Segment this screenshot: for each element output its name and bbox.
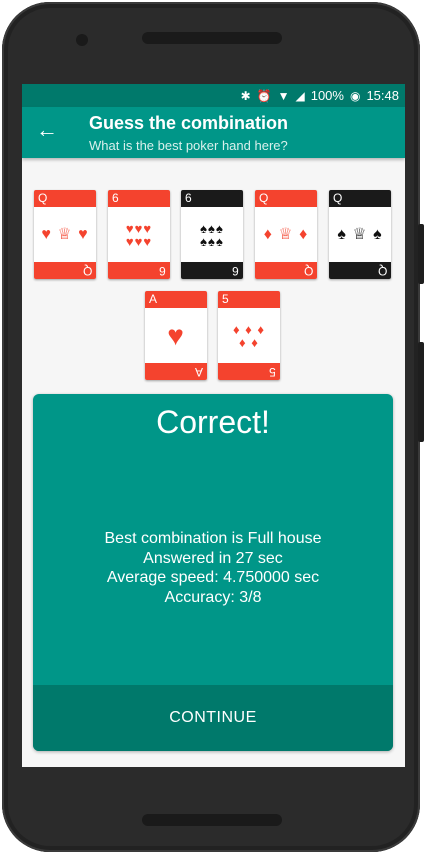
page-title: Guess the combination [89,113,289,133]
front-camera [76,34,88,46]
playing-card: Q Q ♠ ♕ ♠ [329,190,391,279]
signal-icon: ◢ [295,88,305,103]
playing-card: Q Q ♦ ♕ ♦ [255,190,317,279]
power-button [418,342,424,442]
playing-card: 6 6 ♥♥♥ ♥♥♥ [108,190,170,279]
bluetooth-icon: ✱ [240,88,251,103]
bottom-speaker [142,814,282,826]
card-rank-bottom: A [194,365,203,379]
card-rank-bottom: 5 [269,365,276,379]
average-speed-text: Average speed: 4.750000 sec [106,569,320,586]
clock: 15:48 [366,88,399,103]
card-rank-bottom: Q [303,264,313,278]
screen: ✱ ⏰ ▼ ◢ 100% ◉ 15:48 ← Guess the combina… [22,84,405,767]
card-face: ♠♠♠ ♠♠♠ [200,220,224,249]
wifi-icon: ▼ [277,88,290,103]
card-face: ♥ [167,319,185,351]
card-face: ♥ ♕ ♥ [41,225,89,243]
card-rank-bottom: Q [82,264,92,278]
result-details: Best combination is Full house Answered … [33,529,393,607]
card-rank-bottom: Q [377,264,387,278]
back-arrow-icon[interactable]: ← [34,117,60,143]
card-rank-bottom: 6 [232,264,239,278]
result-panel: Correct! Best combination is Full house … [33,394,393,751]
card-face: ♥♥♥ ♥♥♥ [125,220,153,249]
card-face: ♦ ♕ ♦ [263,225,309,243]
battery-percent: 100% [310,88,344,103]
app-bar: ← Guess the combination What is the best… [22,107,405,158]
playing-card: A A ♥ [145,291,207,380]
alarm-icon: ⏰ [256,88,272,103]
battery-icon: ◉ [349,88,361,103]
playing-card: Q Q ♥ ♕ ♥ [34,190,96,279]
card-rank: 5 [222,292,229,306]
playing-card: 6 6 ♠♠♠ ♠♠♠ [181,190,243,279]
best-combination-text: Best combination is Full house [104,530,322,547]
continue-button[interactable]: CONTINUE [33,685,393,751]
card-rank: Q [333,191,343,205]
playing-card: 5 5 ♦ ♦ ♦ ♦ ♦ [218,291,280,380]
card-rank: Q [38,191,48,205]
card-rank-bottom: 6 [159,264,166,278]
card-rank: 6 [185,191,192,205]
card-rank: A [149,292,158,306]
card-rank: 6 [112,191,119,205]
accuracy-text: Accuracy: 3/8 [164,588,262,606]
card-face: ♦ ♦ ♦ ♦ ♦ [232,321,266,350]
card-face: ♠ ♕ ♠ [337,225,383,243]
page-subtitle: What is the best poker hand here? [89,138,288,153]
volume-button [418,224,424,284]
top-speaker [142,32,282,44]
status-bar: ✱ ⏰ ▼ ◢ 100% ◉ 15:48 [22,84,405,107]
card-rank: Q [259,191,269,205]
answer-time-text: Answered in 27 sec [143,549,283,567]
result-headline: Correct! [156,404,270,440]
phone-frame: ✱ ⏰ ▼ ◢ 100% ◉ 15:48 ← Guess the combina… [2,2,424,852]
